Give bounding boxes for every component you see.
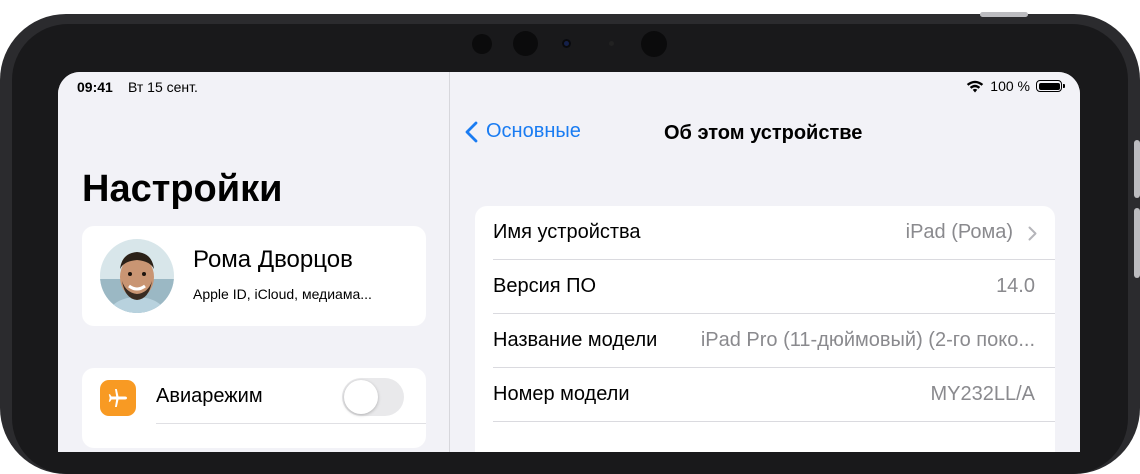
battery-percent: 100 % (990, 78, 1030, 94)
model-number-row: Номер модели MY232LL/A (475, 368, 1055, 422)
sensor-icon (641, 31, 667, 57)
settings-sidebar: 09:41 Вт 15 сент. Настройки Рома Дворцов… (58, 72, 450, 452)
volume-down-button (1134, 208, 1140, 278)
status-time: 09:41 (77, 79, 113, 95)
camera-lens-icon (562, 39, 571, 48)
profile-name: Рома Дворцов (193, 246, 353, 273)
airplane-icon (100, 380, 136, 416)
apple-id-profile-card[interactable]: Рома Дворцов Apple ID, iCloud, медиама..… (82, 226, 426, 326)
divider (156, 423, 426, 424)
about-detail-pane: 100 % Основные Об этом устройстве Имя ус… (450, 72, 1080, 452)
divider (493, 421, 1055, 422)
device-name-row[interactable]: Имя устройства iPad (Рома) (475, 206, 1055, 260)
avatar (100, 239, 174, 313)
software-version-row: Версия ПО 14.0 (475, 260, 1055, 314)
airplane-mode-row: Авиарежим (82, 368, 426, 448)
device-info-list: Имя устройства iPad (Рома) Версия ПО 14.… (475, 206, 1055, 452)
airplane-mode-toggle[interactable] (342, 378, 404, 416)
status-date: Вт 15 сент. (128, 79, 198, 95)
sensor-icon (472, 34, 492, 54)
ipad-screen: 09:41 Вт 15 сент. Настройки Рома Дворцов… (58, 72, 1080, 452)
back-label: Основные (486, 120, 581, 142)
status-indicators: 100 % (966, 78, 1065, 94)
page-title: Настройки (82, 168, 283, 210)
row-value: 14.0 (996, 275, 1035, 297)
profile-subtitle: Apple ID, iCloud, медиама... (193, 286, 372, 302)
chevron-right-icon (1028, 226, 1037, 241)
row-value: iPad (Рома) (905, 221, 1013, 243)
row-label: Номер модели (493, 383, 630, 405)
top-button (980, 12, 1028, 17)
row-label: Название модели (493, 329, 658, 351)
row-label: Версия ПО (493, 275, 597, 297)
row-label: Имя устройства (493, 221, 641, 243)
toggle-knob (344, 380, 378, 414)
wifi-icon (967, 80, 984, 92)
chevron-left-icon (465, 121, 478, 142)
airplane-mode-label: Авиарежим (156, 385, 263, 407)
row-value: iPad Pro (11-дюймовый) (2-го поко... (700, 329, 1035, 351)
model-name-row: Название модели iPad Pro (11-дюймовый) (… (475, 314, 1055, 368)
sensor-icon (513, 31, 538, 56)
nav-title: Об этом устройстве (664, 122, 863, 144)
back-button[interactable]: Основные (464, 120, 581, 143)
row-value: MY232LL/A (930, 383, 1035, 405)
battery-icon (1036, 80, 1065, 92)
sensor-icon (609, 41, 614, 46)
volume-up-button (1134, 140, 1140, 198)
